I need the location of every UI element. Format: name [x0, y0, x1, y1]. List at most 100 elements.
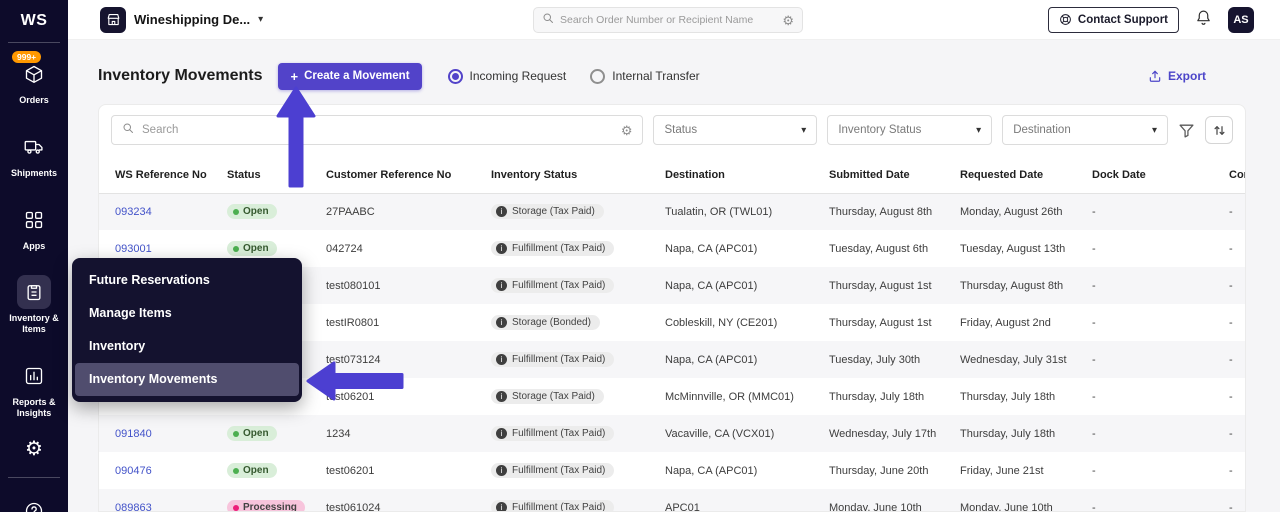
table-cell: Open [211, 452, 310, 489]
top-bar: Wineshipping De... ▾ ⚙ Contact Support A [68, 0, 1280, 40]
ws-reference-link[interactable]: 091840 [115, 428, 152, 440]
apps-grid-icon [17, 203, 51, 237]
column-header: Submitted Date [813, 157, 944, 194]
table-cell: Tuesday, August 6th [829, 242, 929, 255]
notifications-bell-icon[interactable] [1195, 9, 1212, 31]
create-movement-button[interactable]: + Create a Movement [278, 62, 422, 90]
sort-button[interactable] [1205, 116, 1233, 144]
table-cell: - [1092, 242, 1096, 255]
ws-reference-link[interactable]: 089863 [115, 502, 152, 512]
table-cell: 091840 [99, 415, 211, 452]
table-header-row: WS Reference No Status Customer Reference … [99, 157, 1245, 194]
sort-arrows-icon [1214, 125, 1225, 135]
table-cell: i Fulfillment (Tax Paid) [475, 452, 649, 489]
search-settings-gear-icon[interactable]: ⚙ [621, 124, 633, 137]
sidebar-item-inventory-items[interactable]: Inventory & Items [0, 267, 68, 343]
table-cell: Tuesday, July 30th [829, 353, 921, 366]
create-movement-label: Create a Movement [304, 70, 410, 82]
menu-item-inventory[interactable]: Inventory [72, 330, 302, 363]
radio-label: Internal Transfer [612, 69, 700, 83]
filter-row: ⚙ Status ▾ Inventory Status ▾ Destinatio… [99, 105, 1245, 157]
info-icon: i [496, 391, 507, 402]
truck-icon [17, 130, 51, 164]
table-cell: Napa, CA (APC01) [665, 279, 758, 292]
inventory-status-pill: i Fulfillment (Tax Paid) [491, 352, 615, 367]
inventory-status-pill: i Fulfillment (Tax Paid) [491, 500, 615, 511]
status-dot [233, 430, 239, 437]
table-cell: - [1092, 390, 1096, 403]
status-filter-dropdown[interactable]: Status ▾ [653, 115, 818, 145]
info-icon: i [496, 428, 507, 439]
search-settings-gear-icon[interactable]: ⚙ [782, 14, 794, 27]
table-cell: testIR0801 [326, 316, 380, 329]
gear-icon: ⚙ [25, 437, 43, 460]
inventory-status-filter-label: Inventory Status [838, 124, 922, 136]
info-icon: i [496, 243, 507, 254]
table-cell: 27PAABC [326, 205, 375, 218]
table-cell: McMinnville, OR (MMC01) [665, 390, 794, 403]
user-avatar[interactable]: AS [1228, 6, 1254, 33]
movement-type-radio-group: Incoming Request Internal Transfer [447, 68, 700, 84]
info-icon: i [496, 465, 507, 476]
table-row: 093234 Open 27PAABC i Storage (Tax Paid) Tual… [99, 193, 1245, 230]
destination-filter-dropdown[interactable]: Destination ▾ [1002, 115, 1169, 145]
ws-reference-link[interactable]: 093001 [115, 243, 152, 255]
sidebar-item-label: Inventory & Items [9, 313, 59, 335]
menu-item-inventory-movements[interactable]: Inventory Movements [75, 363, 299, 396]
global-search-input[interactable] [560, 14, 777, 26]
clipboard-icon [17, 275, 51, 310]
contact-support-button[interactable]: Contact Support [1047, 6, 1179, 33]
table-cell: Wednesday, July 17th [829, 427, 937, 440]
radio-circle [590, 68, 606, 84]
radio-incoming-request[interactable]: Incoming Request [447, 68, 566, 84]
table-search: ⚙ [111, 115, 644, 145]
table-cell: i Storage (Tax Paid) [475, 378, 649, 415]
lifebuoy-icon [1060, 14, 1071, 25]
table-cell: APC01 [665, 501, 700, 512]
column-header: Customer Reference No [310, 157, 475, 194]
table-cell: Cobleskill, NY (CE201) [665, 316, 778, 329]
column-header: Destination [649, 157, 813, 194]
ws-reference-link[interactable]: 090476 [115, 465, 152, 477]
table-cell: Monday, August 26th [960, 205, 1063, 218]
chevron-down-icon: ▾ [258, 14, 264, 25]
table-cell: Napa, CA (APC01) [665, 353, 758, 366]
status-filter-label: Status [664, 124, 698, 136]
app-logo: WS [20, 12, 48, 29]
table-cell: - [1092, 464, 1096, 477]
sidebar-item-help[interactable]: Help [0, 486, 68, 512]
table-cell: Thursday, August 8th [960, 279, 1064, 292]
help-icon [17, 494, 51, 512]
info-icon: i [496, 206, 507, 218]
inventory-status-filter-dropdown[interactable]: Inventory Status ▾ [827, 115, 993, 145]
menu-item-future-reservations[interactable]: Future Reservations [72, 264, 302, 297]
radio-internal-transfer[interactable]: Internal Transfer [590, 68, 700, 84]
ws-reference-link[interactable]: 093234 [115, 206, 152, 218]
contact-support-label: Contact Support [1077, 13, 1168, 26]
table-search-input[interactable] [142, 124, 613, 136]
funnel-icon [1179, 124, 1194, 138]
status-dot [233, 467, 239, 474]
column-header: WS Reference No [99, 157, 211, 194]
inventory-status-pill: i Storage (Tax Paid) [491, 204, 604, 220]
table-cell: - [1229, 390, 1233, 403]
sidebar-item-reports-insights[interactable]: Reports & Insights [0, 351, 68, 427]
radio-circle [447, 68, 463, 84]
table-cell: test080101 [326, 279, 381, 292]
sidebar-item-orders[interactable]: 999+ Orders [0, 49, 68, 114]
inventory-status-pill: i Fulfillment (Tax Paid) [491, 463, 615, 478]
global-search: ⚙ [533, 7, 803, 33]
table-cell: test061024 [326, 501, 381, 512]
org-selector[interactable]: Wineshipping De... ▾ [100, 6, 264, 33]
table-cell: Thursday, July 18th [960, 427, 1056, 440]
sidebar-item-shipments[interactable]: Shipments [0, 122, 68, 187]
sidebar: WS 999+ Orders Shipments Apps Inventory … [0, 0, 68, 512]
table-cell: - [1229, 279, 1233, 292]
export-button[interactable]: Export [1148, 69, 1206, 83]
menu-item-manage-items[interactable]: Manage Items [72, 297, 302, 330]
sidebar-item-settings[interactable]: ⚙ [0, 435, 68, 469]
table-cell: - [1229, 464, 1233, 477]
filter-funnel-button[interactable] [1178, 122, 1195, 139]
info-icon: i [496, 280, 507, 291]
sidebar-item-apps[interactable]: Apps [0, 195, 68, 260]
